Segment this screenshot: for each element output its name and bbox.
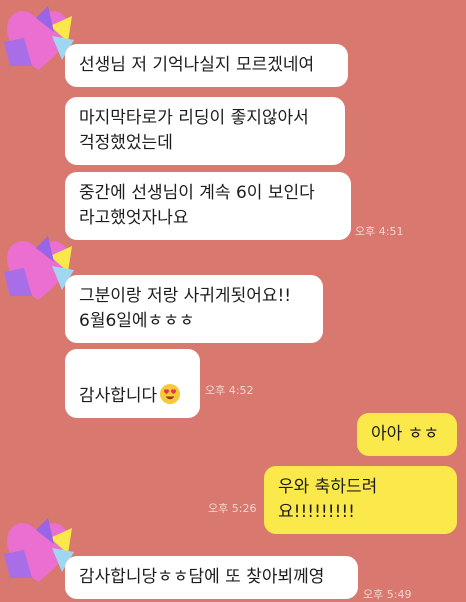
- heart-avatar-icon: [4, 6, 74, 70]
- message-text: 감사합니다: [79, 386, 158, 406]
- avatar[interactable]: [2, 232, 74, 304]
- heart-avatar-icon: [4, 236, 74, 300]
- timestamp: 오후 4:52: [205, 384, 254, 397]
- heart-avatar-icon: [4, 518, 74, 582]
- timestamp: 오후 4:51: [355, 225, 404, 238]
- message-bubble-outgoing[interactable]: 우와 축하드려요!!!!!!!!!: [264, 466, 457, 534]
- message-bubble[interactable]: 감사합니다: [65, 349, 200, 418]
- timestamp: 오후 5:49: [363, 588, 412, 601]
- message-bubble[interactable]: 그분이랑 저랑 사귀게됫어요!! 6월6일에ㅎㅎㅎ: [65, 275, 323, 343]
- avatar[interactable]: [2, 2, 74, 74]
- message-bubble[interactable]: 선생님 저 기억나실지 모르겠네여: [65, 44, 348, 87]
- message-bubble[interactable]: 마지막타로가 리딩이 좋지않아서 걱정했었는데: [65, 97, 345, 165]
- avatar[interactable]: [2, 514, 74, 586]
- message-bubble[interactable]: 중간에 선생님이 계속 6이 보인다 라고했엇자나요: [65, 172, 351, 240]
- timestamp: 오후 5:26: [208, 502, 257, 515]
- heart-eyes-emoji-icon: [160, 384, 181, 404]
- message-bubble-outgoing[interactable]: 아아 ㅎㅎ: [357, 413, 457, 456]
